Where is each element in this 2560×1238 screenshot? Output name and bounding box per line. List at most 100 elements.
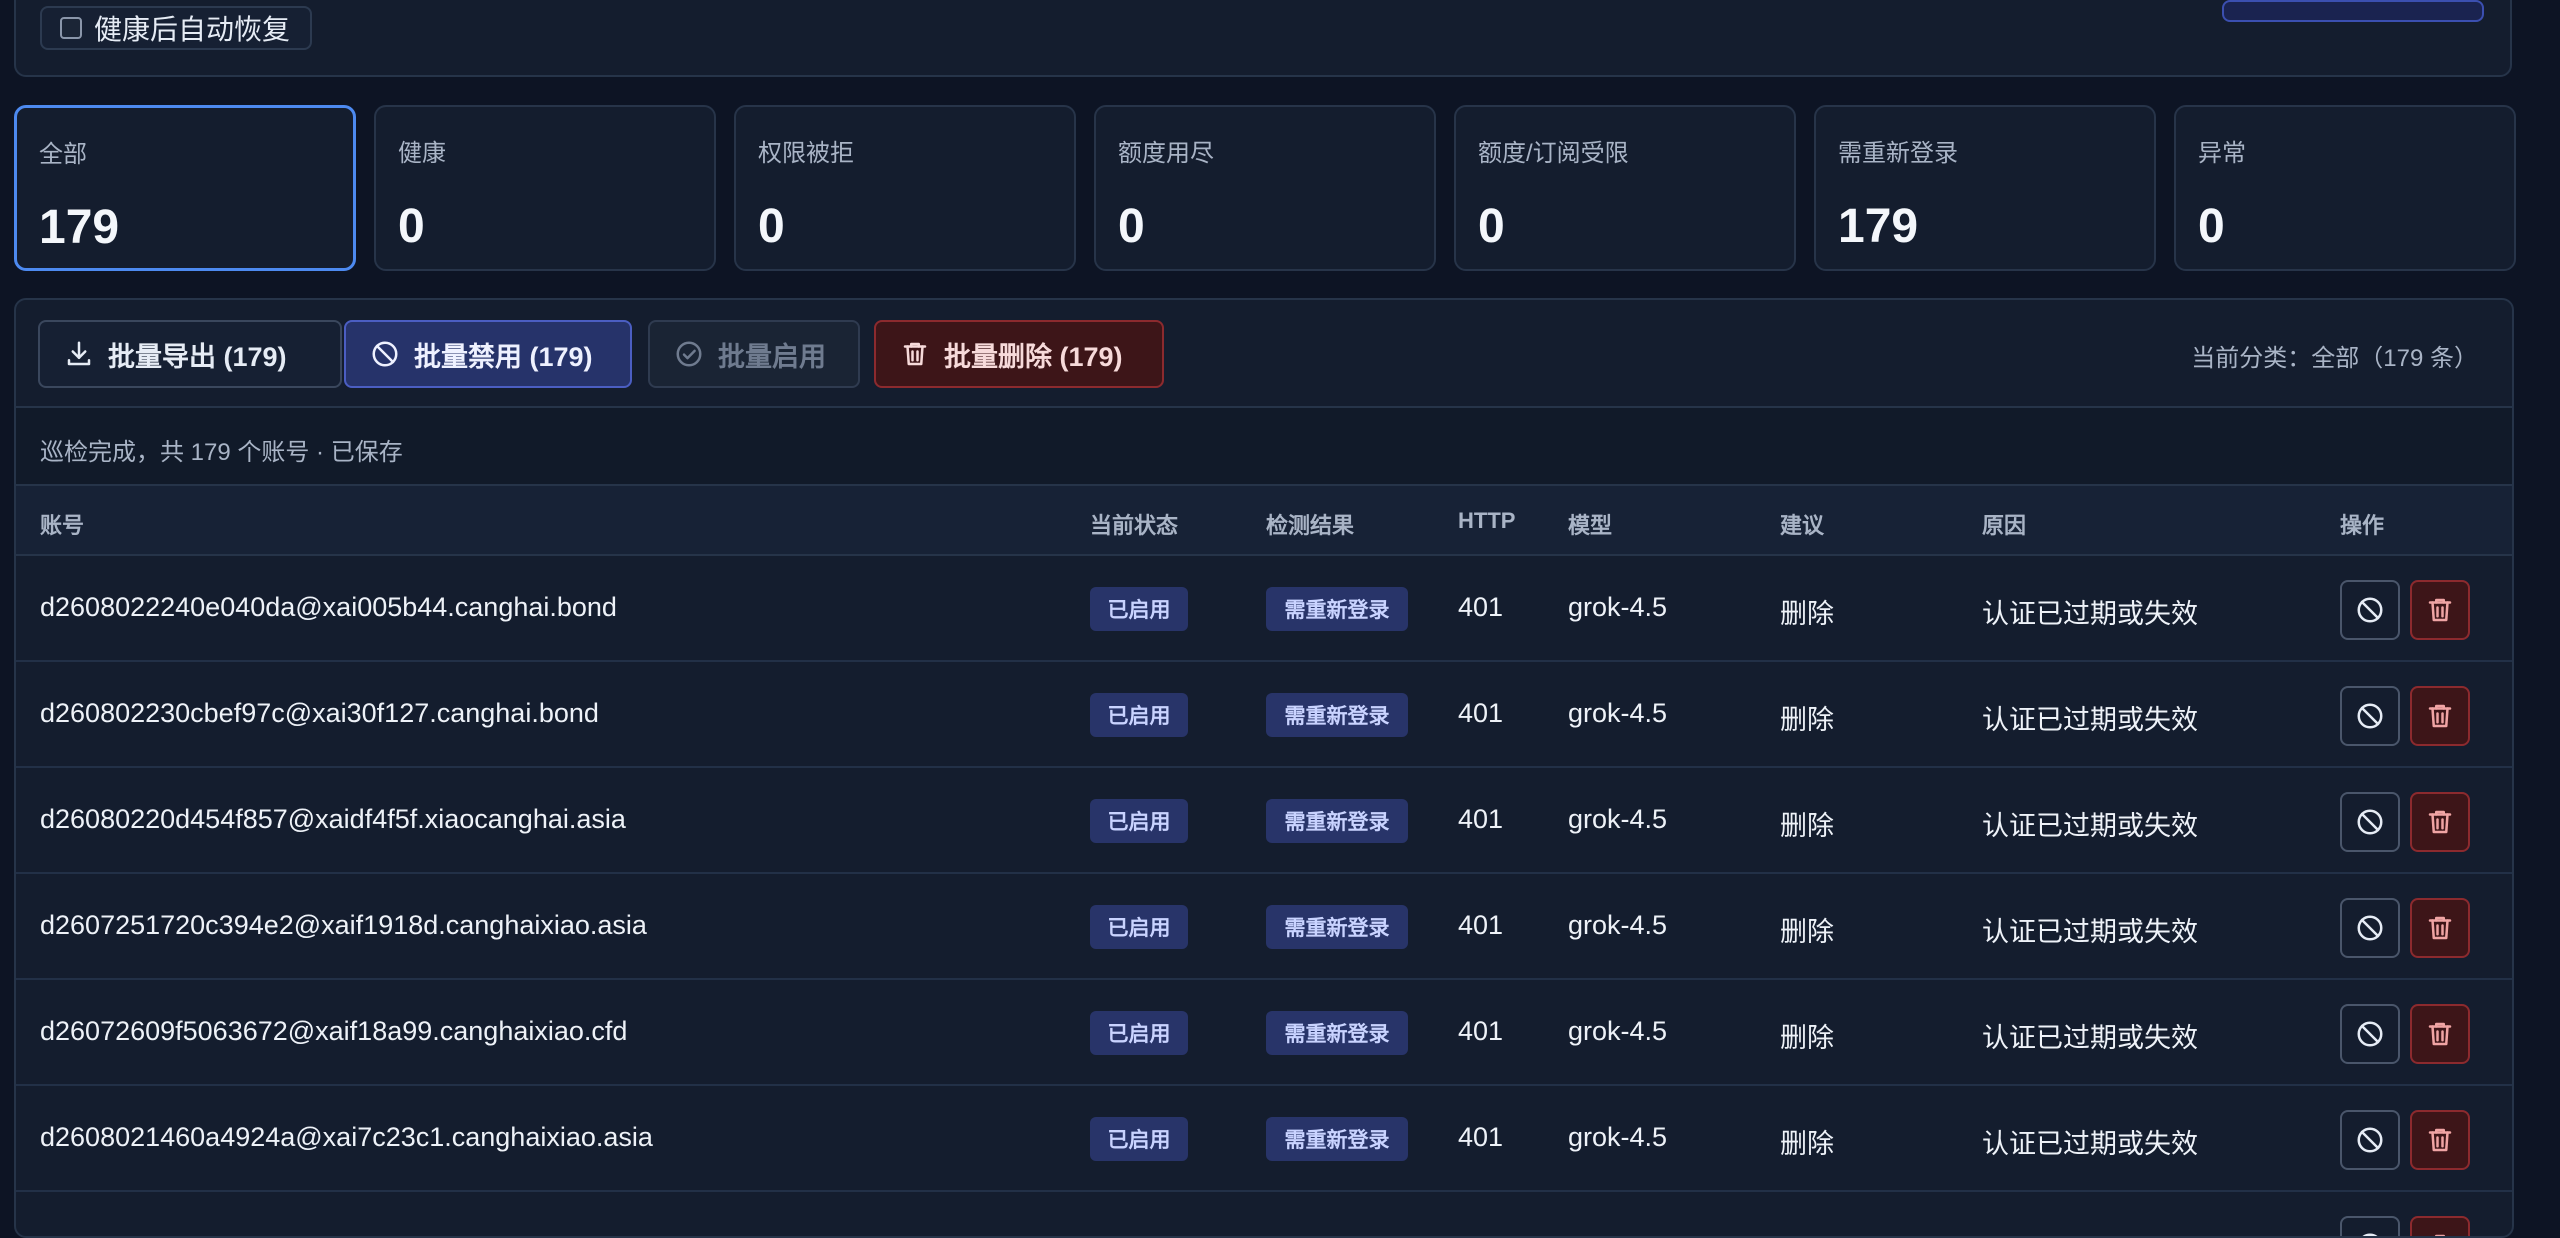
status-badge: 已启用 <box>1090 1117 1188 1161</box>
status-badge: 已启用 <box>1090 693 1188 737</box>
cell-model: grok-4.5 <box>1568 804 1668 834</box>
status-badge: 已启用 <box>1090 587 1188 631</box>
scan-notice: 巡检完成，共 179 个账号 · 已保存 <box>16 408 2512 486</box>
auto-recover-checkbox[interactable]: 健康后自动恢复 <box>40 6 313 50</box>
stat-label: 异常 <box>2198 140 2246 167</box>
header-model: 模型 <box>1568 513 1613 538</box>
stat-value: 179 <box>1838 200 1919 253</box>
cell-account: d2607251720c394e2@xaif1918d.canghaixiao.… <box>40 910 647 940</box>
cell-reason: 认证已过期或失效 <box>1982 811 2198 841</box>
stat-value: 179 <box>39 201 120 254</box>
current-category: 当前分类：全部（179 条） <box>2191 345 2478 372</box>
cell-http: 401 <box>1458 804 1504 834</box>
cell-suggestion: 删除 <box>1780 1129 1834 1159</box>
row-disable-button[interactable] <box>2340 792 2400 852</box>
table-row: d2607251720c394e2@xaif1918d.canghaixiao.… <box>16 874 2512 980</box>
ban-icon <box>2357 1127 2383 1153</box>
header-http: HTTP <box>1458 508 1516 533</box>
header-actions: 操作 <box>2340 513 2385 538</box>
trash-icon <box>2428 810 2452 834</box>
cell-suggestion: 删除 <box>1780 599 1834 629</box>
row-disable-button[interactable] <box>2340 1110 2400 1170</box>
stat-value: 0 <box>2198 200 2225 253</box>
row-delete-button[interactable] <box>2410 792 2470 852</box>
row-disable-button[interactable] <box>2340 1004 2400 1064</box>
cell-reason: 认证已过期或失效 <box>1982 1129 2198 1159</box>
status-badge: 已启用 <box>1090 799 1188 843</box>
stat-card-all[interactable]: 全部 179 <box>14 105 356 271</box>
check-circle-icon <box>676 341 702 367</box>
table-header: 账号 当前状态 检测结果 HTTP 模型 建议 原因 操作 <box>16 486 2512 556</box>
stat-value: 0 <box>758 200 785 253</box>
bulk-enable-button[interactable]: 批量启用 <box>648 320 860 388</box>
table-row: d26072609f5063672@xaif18a99.canghaixiao.… <box>16 980 2512 1086</box>
header-reason: 原因 <box>1982 513 2027 538</box>
scan-notice-text: 巡检完成，共 179 个账号 · 已保存 <box>40 439 403 466</box>
cell-http: 401 <box>1458 1016 1504 1046</box>
cell-http: 401 <box>1458 592 1504 622</box>
cell-account: d26080220d454f857@xaidf4f5f.xiaocanghai.… <box>40 804 626 834</box>
result-badge: 需重新登录 <box>1266 1011 1408 1055</box>
row-delete-button[interactable] <box>2410 580 2470 640</box>
stat-card-quota-limited[interactable]: 额度/订阅受限 0 <box>1454 105 1796 271</box>
header-result: 检测结果 <box>1266 513 1355 538</box>
row-disable-button[interactable] <box>2340 898 2400 958</box>
row-disable-button[interactable] <box>2340 686 2400 746</box>
bulk-disable-label: 批量禁用 (179) <box>414 341 593 372</box>
row-delete-button[interactable] <box>2410 1110 2470 1170</box>
stat-label: 额度用尽 <box>1118 140 1214 167</box>
stat-label: 权限被拒 <box>758 140 854 167</box>
cell-suggestion: 删除 <box>1780 811 1834 841</box>
cell-http: 401 <box>1458 910 1504 940</box>
stat-card-relogin[interactable]: 需重新登录 179 <box>1814 105 2156 271</box>
table-row: d26080220d454f857@xaidf4f5f.xiaocanghai.… <box>16 768 2512 874</box>
header-suggestion: 建议 <box>1780 513 1825 538</box>
result-badge: 需重新登录 <box>1266 799 1408 843</box>
ban-icon <box>372 341 398 367</box>
accounts-panel: 批量导出 (179) 批量禁用 (179) 批量启用 批量删除 (179) 当前… <box>14 298 2514 1238</box>
cell-model: grok-4.5 <box>1568 592 1668 622</box>
result-badge: 需重新登录 <box>1266 693 1408 737</box>
cell-account: d2608022240e040da@xai005b44.canghai.bond <box>40 592 617 622</box>
ban-icon <box>2357 703 2383 729</box>
stat-value: 0 <box>1118 200 1145 253</box>
trash-icon <box>2435 1234 2445 1236</box>
stat-label: 需重新登录 <box>1838 140 1958 167</box>
top-right-button[interactable] <box>2222 0 2484 22</box>
table-row <box>16 1192 2512 1236</box>
trash-icon <box>2428 704 2452 728</box>
status-badge: 已启用 <box>1090 1011 1188 1055</box>
row-delete-button[interactable] <box>2410 1216 2470 1236</box>
result-badge: 需重新登录 <box>1266 587 1408 631</box>
table-row: d260802230cbef97c@xai30f127.canghai.bond… <box>16 662 2512 768</box>
bulk-export-button[interactable]: 批量导出 (179) <box>38 320 342 388</box>
ban-icon <box>2357 597 2383 623</box>
cell-account: d260802230cbef97c@xai30f127.canghai.bond <box>40 698 599 728</box>
stat-card-quota-exhausted[interactable]: 额度用尽 0 <box>1094 105 1436 271</box>
bulk-toolbar: 批量导出 (179) 批量禁用 (179) 批量启用 批量删除 (179) 当前… <box>16 300 2512 408</box>
result-badge: 需重新登录 <box>1266 905 1408 949</box>
bulk-delete-label: 批量删除 (179) <box>944 341 1123 372</box>
filter-panel: 健康后自动恢复 <box>14 0 2512 77</box>
bulk-export-label: 批量导出 (179) <box>108 341 287 372</box>
stat-card-permission-denied[interactable]: 权限被拒 0 <box>734 105 1076 271</box>
row-delete-button[interactable] <box>2410 686 2470 746</box>
row-disable-button[interactable] <box>2340 580 2400 640</box>
header-status: 当前状态 <box>1090 513 1179 538</box>
bulk-disable-button[interactable]: 批量禁用 (179) <box>344 320 632 388</box>
cell-suggestion: 删除 <box>1780 917 1834 947</box>
stat-value: 0 <box>1478 200 1505 253</box>
row-disable-button[interactable] <box>2340 1216 2400 1236</box>
bulk-delete-button[interactable]: 批量删除 (179) <box>874 320 1164 388</box>
cell-account: d2608021460a4924a@xai7c23c1.canghaixiao.… <box>40 1122 653 1152</box>
stat-card-abnormal[interactable]: 异常 0 <box>2174 105 2516 271</box>
cell-model: grok-4.5 <box>1568 1122 1668 1152</box>
row-delete-button[interactable] <box>2410 1004 2470 1064</box>
stat-card-healthy[interactable]: 健康 0 <box>374 105 716 271</box>
bulk-enable-label: 批量启用 <box>718 341 826 372</box>
checkbox-box[interactable] <box>60 17 82 39</box>
cell-model: grok-4.5 <box>1568 698 1668 728</box>
row-delete-button[interactable] <box>2410 898 2470 958</box>
trash-icon <box>903 342 927 366</box>
cell-suggestion: 删除 <box>1780 705 1834 735</box>
